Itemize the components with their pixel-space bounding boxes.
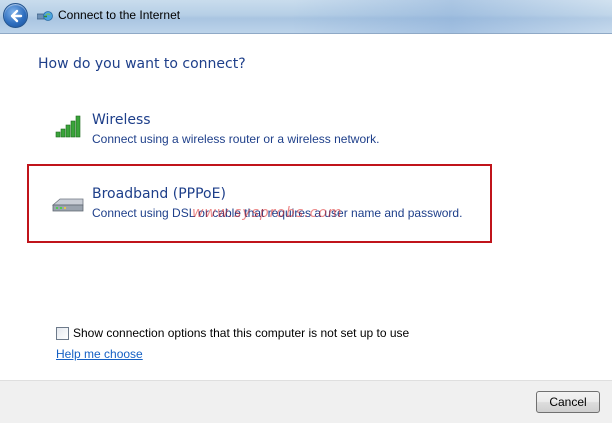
show-options-label[interactable]: Show connection options that this comput…: [73, 326, 409, 340]
back-arrow-icon: [10, 9, 23, 23]
network-connection-icon: [37, 11, 53, 21]
option-wireless[interactable]: Wireless Connect using a wireless router…: [50, 110, 490, 150]
title-bar-glare: [292, 0, 612, 33]
window-title: Connect to the Internet: [58, 8, 181, 22]
show-options-checkbox[interactable]: [56, 327, 69, 340]
wireless-signal-icon: [55, 115, 81, 138]
option-wireless-title: Wireless: [92, 112, 151, 128]
title-bar: Connect to the Internet: [0, 0, 612, 34]
watermark: www.sysprobs.com: [192, 205, 343, 221]
cancel-button[interactable]: Cancel: [536, 391, 600, 413]
content-area: How do you want to connect? Wireless Con…: [0, 34, 612, 380]
footer-bar: Cancel: [0, 380, 612, 423]
page-heading: How do you want to connect?: [38, 56, 246, 72]
back-button[interactable]: [3, 3, 28, 28]
option-wireless-description: Connect using a wireless router or a wir…: [92, 132, 380, 146]
option-broadband-title: Broadband (PPPoE): [92, 186, 226, 202]
broadband-modem-icon: [51, 198, 84, 212]
help-me-choose-link[interactable]: Help me choose: [56, 347, 143, 361]
